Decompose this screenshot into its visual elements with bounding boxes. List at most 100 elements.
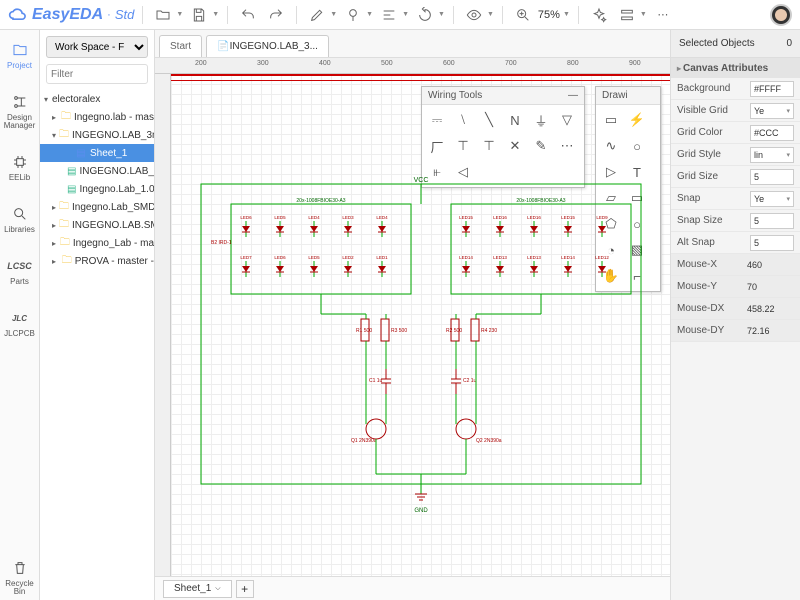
tree-item[interactable]: ▤Sheet_1	[40, 144, 154, 162]
visible-grid-select[interactable]: Ye	[750, 103, 794, 119]
tree-item[interactable]: ▸🗀Ingegno_Lab - ma	[40, 234, 154, 252]
tree-item[interactable]: ▸🗀Ingegno.Lab_SMD	[40, 198, 154, 216]
svg-text:LED5: LED5	[274, 215, 286, 220]
tree-item[interactable]: ▸🗀PROVA - master -	[40, 252, 154, 270]
svg-text:LED5: LED5	[308, 255, 320, 260]
selected-objects-header: Selected Objects0	[671, 30, 800, 58]
user-avatar[interactable]	[770, 4, 792, 26]
rail-design-manager[interactable]: Design Manager	[0, 88, 39, 134]
tree-item[interactable]: ▤INGEGNO.LAB_3	[40, 162, 154, 180]
ruler-vertical	[155, 74, 171, 576]
logo-edition: Std	[115, 7, 135, 22]
svg-text:LED6: LED6	[274, 255, 286, 260]
grid-style-select[interactable]: lin	[750, 147, 794, 163]
drawing-tool[interactable]: ⚡	[626, 109, 648, 131]
zoom-level: 75%	[538, 9, 560, 21]
wiring-tool[interactable]: ✕	[504, 135, 526, 157]
config-menu[interactable]: ▼	[615, 3, 647, 27]
wiring-tool[interactable]: ⧵	[452, 109, 474, 131]
redo-button[interactable]	[264, 3, 288, 27]
wiring-tool[interactable]: N	[504, 109, 526, 131]
logo: EasyEDA · Std	[8, 5, 134, 25]
save-menu[interactable]: ▼	[187, 3, 219, 27]
wiring-tool[interactable]: ⊤	[452, 135, 474, 157]
svg-text:LED7: LED7	[240, 255, 252, 260]
schematic-canvas[interactable]: Wiring Tools— ⎓⧵╲N⏚▽厂⊤⊤✕✎⋯⫦◁ Drawi ▭⚡∿○▷…	[171, 74, 670, 576]
zoom-icon	[515, 7, 531, 23]
rail-parts[interactable]: LCSC Parts	[0, 252, 39, 290]
align-menu[interactable]: ▼	[377, 3, 409, 27]
filter-input[interactable]	[46, 64, 148, 84]
drawing-tool[interactable]: ▭	[600, 109, 622, 131]
workspace-dropdown[interactable]: Work Space - F	[46, 36, 148, 58]
undo-button[interactable]	[236, 3, 260, 27]
rail-jlcpcb[interactable]: JLC JLCPCB	[0, 304, 39, 342]
wiring-tool[interactable]: ▽	[556, 109, 578, 131]
zoom-menu[interactable]: 75%▼	[511, 3, 570, 27]
svg-text:LED16: LED16	[493, 215, 507, 220]
wiring-tool[interactable]: ✎	[530, 135, 552, 157]
place-menu[interactable]: ▼	[341, 3, 373, 27]
grid-color-value[interactable]: #CCC	[750, 125, 794, 141]
rotate-menu[interactable]: ▼	[413, 3, 445, 27]
svg-text:LED1: LED1	[376, 255, 388, 260]
tree-item[interactable]: ▤Ingegno.Lab_1.0	[40, 180, 154, 198]
wiring-tools-header[interactable]: Wiring Tools—	[422, 87, 584, 105]
ai-button[interactable]	[587, 3, 611, 27]
alt-snap-value[interactable]: 5	[750, 235, 794, 251]
svg-text:Q1 2N390a: Q1 2N390a	[351, 438, 377, 444]
design-manager-icon	[12, 94, 28, 110]
tab-start[interactable]: Start	[159, 35, 202, 57]
drawing-tool[interactable]: ∿	[600, 135, 622, 157]
attr-grid-size: Grid Size5	[671, 166, 800, 188]
wiring-tool[interactable]: ⏚	[530, 109, 552, 131]
save-icon	[191, 7, 207, 23]
grid-size-value[interactable]: 5	[750, 169, 794, 185]
tree-item[interactable]: ▸🗀INGEGNO.LAB.SM	[40, 216, 154, 234]
wiring-tool[interactable]: ╲	[478, 109, 500, 131]
svg-text:R1 500: R1 500	[356, 328, 372, 334]
rail-project[interactable]: Project	[0, 36, 39, 74]
redo-icon	[268, 7, 284, 23]
snap-select[interactable]: Ye	[750, 191, 794, 207]
edit-menu[interactable]: ▼	[305, 3, 337, 27]
view-menu[interactable]: ▼	[462, 3, 494, 27]
more-button[interactable]: ⋯	[651, 3, 675, 27]
tab-active-doc[interactable]: 📄 INGEGNO.LAB_3...	[206, 35, 329, 57]
folder-icon	[155, 7, 171, 23]
wiring-tool[interactable]: 厂	[426, 135, 448, 157]
sparkle-icon	[591, 7, 607, 23]
minimize-icon[interactable]: —	[568, 90, 578, 101]
svg-text:LED6: LED6	[240, 215, 252, 220]
wiring-tool[interactable]: ⎓	[426, 109, 448, 131]
rail-eelib[interactable]: EELib	[0, 148, 39, 186]
wiring-tool[interactable]: ⋯	[556, 135, 578, 157]
svg-text:R3 500: R3 500	[391, 328, 407, 334]
rail-recycle-bin[interactable]: Recycle Bin	[0, 554, 39, 600]
attr-grid-color: Grid Color#CCC	[671, 122, 800, 144]
svg-text:LED13: LED13	[527, 255, 541, 260]
background-value[interactable]: #FFFF	[750, 81, 794, 97]
canvas-attributes-title[interactable]: Canvas Attributes	[671, 58, 800, 78]
project-icon	[12, 42, 28, 58]
svg-text:20x-1008FBIOE30-A3: 20x-1008FBIOE30-A3	[516, 198, 565, 204]
drawing-tool[interactable]: ○	[626, 135, 648, 157]
wiring-tool[interactable]: ⊤	[478, 135, 500, 157]
svg-text:R4 230: R4 230	[481, 328, 497, 334]
svg-text:C2 1u: C2 1u	[463, 378, 477, 384]
logo-text: EasyEDA	[32, 6, 103, 24]
file-menu[interactable]: ▼	[151, 3, 183, 27]
snap-size-value[interactable]: 5	[750, 213, 794, 229]
drawing-tools-header[interactable]: Drawi	[596, 87, 660, 105]
svg-text:B2 IRD-1: B2 IRD-1	[211, 240, 232, 246]
mouse-readout: Mouse-X460 Mouse-Y70 Mouse-DX458.22 Mous…	[671, 254, 800, 342]
rail-libraries[interactable]: Libraries	[0, 200, 39, 238]
tree-item[interactable]: ▾🗀INGEGNO.LAB_3n	[40, 126, 154, 144]
tree-item[interactable]: ▸🗀Ingegno.lab - mas	[40, 108, 154, 126]
top-toolbar: EasyEDA · Std ▼ ▼ ▼ ▼ ▼ ▼ ▼ 75%▼ ▼ ⋯	[0, 0, 800, 30]
sheet-tab-1[interactable]: Sheet_1 ⌵	[163, 580, 232, 598]
svg-text:LED2: LED2	[342, 255, 354, 260]
add-sheet-button[interactable]: +	[236, 580, 254, 598]
tree-root[interactable]: ▾electoralex	[40, 90, 154, 108]
svg-text:LED14: LED14	[459, 255, 473, 260]
